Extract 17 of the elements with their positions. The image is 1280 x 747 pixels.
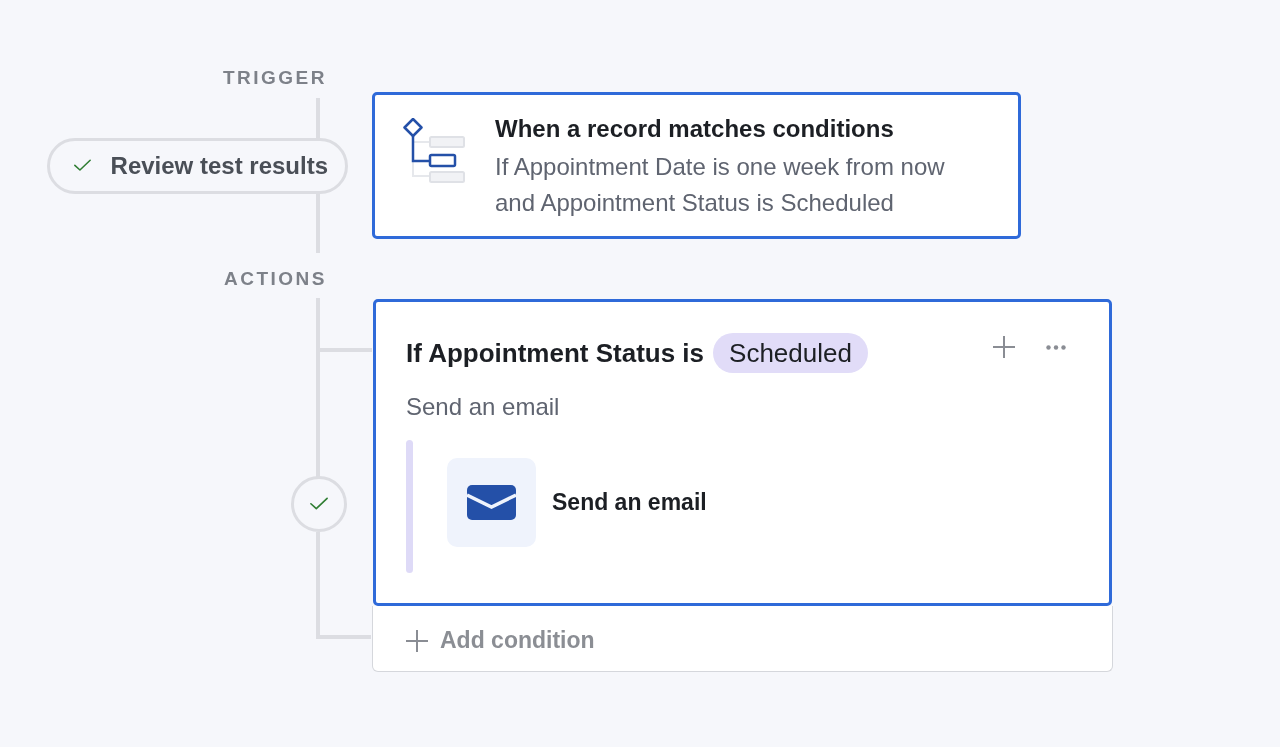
check-icon <box>73 159 91 172</box>
step-label[interactable]: Send an email <box>552 489 707 516</box>
status-tag: Scheduled <box>713 333 868 373</box>
plus-icon <box>993 336 1015 358</box>
condition-subtitle: Send an email <box>406 392 561 422</box>
section-label: TRIGGER <box>221 66 328 90</box>
review-test-results-button[interactable]: Review test results <box>46 137 348 194</box>
ellipsis-icon <box>1046 344 1066 350</box>
condition-title: If Appointment Status is <box>406 337 705 369</box>
envelope-icon <box>447 458 536 547</box>
trigger-description: If Appointment Date is one week from now and Appointment Status is Scheduled <box>495 152 946 218</box>
section-label: ACTIONS <box>223 267 328 291</box>
condition-card[interactable]: If Appointment Status is Scheduled Send an email Send an email <box>373 299 1112 606</box>
trigger-title: When a record matches conditions <box>495 114 895 144</box>
plus-icon <box>406 629 428 652</box>
trigger-card[interactable]: When a record matches conditions If Appointment Date is one week from now and Appointment Status is Scheduled <box>372 92 1021 239</box>
condition-tree-icon <box>403 118 465 185</box>
